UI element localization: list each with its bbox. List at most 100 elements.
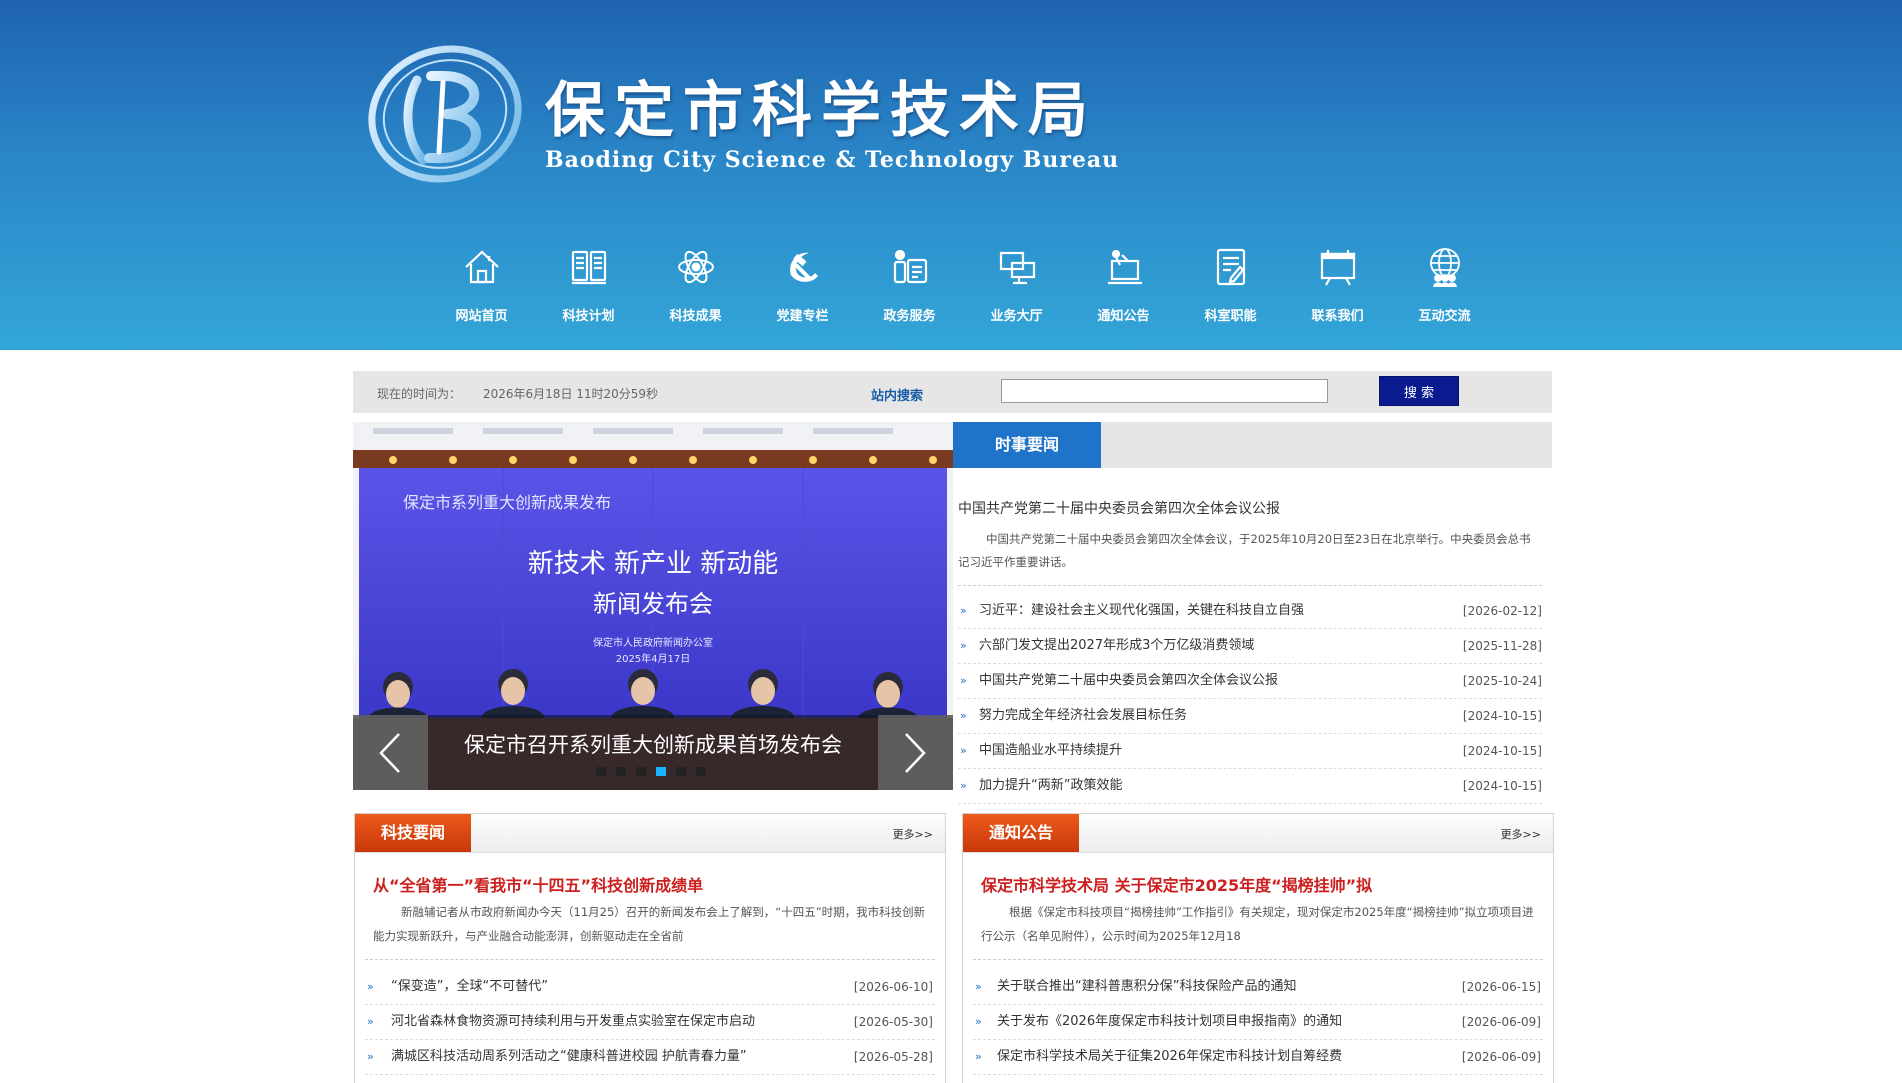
news-list-item[interactable]: » 习近平：建设社会主义现代化强国，关键在科技自立自强 [2026-02-12] (958, 594, 1542, 629)
site-search-label: 站内搜索 (871, 389, 924, 404)
news-list-item[interactable]: » 努力完成全年经济社会发展目标任务 [2024-10-15] (958, 699, 1542, 734)
item-title[interactable]: 满城区科技活动周系列活动之“健康科普进校园 护航青春力量” (391, 1040, 747, 1074)
double-arrow-icon: » (367, 980, 374, 993)
item-title[interactable]: 关于联合推出“建科普惠积分保”科技保险产品的通知 (997, 970, 1296, 1004)
nav-label: 党建专栏 (776, 309, 829, 324)
home-icon (464, 250, 499, 284)
nav-item-home[interactable]: 网站首页 (428, 245, 535, 335)
double-arrow-icon: » (975, 1050, 982, 1063)
nav-item-contact[interactable]: 联系我们 (1284, 245, 1391, 335)
slider-dot[interactable] (596, 767, 606, 776)
panel-headline[interactable]: 从“全省第一”看我市“十四五”科技创新成绩单 (373, 872, 703, 896)
news-headline[interactable]: 中国共产党第二十届中央委员会第四次全体会议公报 (958, 498, 1280, 518)
slide-caption[interactable]: 保定市召开系列重大创新成果首场发布会 (428, 729, 878, 759)
list-item[interactable]: » 河北省森林食物资源可持续利用与开发重点实验室在保定市启动 [2026-05-30… (365, 1005, 935, 1040)
divider (973, 959, 1543, 960)
nav-item-dept-functions[interactable]: 科室职能 (1177, 245, 1284, 335)
banner-title: 保定市系列重大创新成果发布 (403, 493, 611, 512)
search-button[interactable]: 搜 索 (1379, 376, 1459, 406)
list-item[interactable]: » 满城区科技活动周系列活动之“健康科普进校园 护航青春力量” [2026-05-2… (365, 1040, 935, 1075)
nav-label: 通知公告 (1097, 309, 1150, 324)
news-list-item[interactable]: » 六部门发文提出2027年形成3个万亿级消费领域 [2025-11-28] (958, 629, 1542, 664)
news-item-title[interactable]: 六部门发文提出2027年形成3个万亿级消费领域 (979, 629, 1254, 663)
bureau-logo[interactable] (365, 42, 525, 187)
nav-item-science-plan[interactable]: 科技计划 (535, 245, 642, 335)
panel-summary: 新融辅记者从市政府新闻办今天（11月25）召开的新闻发布会上了解到，“十四五”时… (373, 905, 926, 943)
chevron-right-icon (905, 733, 926, 773)
list-item[interactable]: » 保定市科学技术局关于征集2026年保定市科技计划自筹经费 [2026-06-09… (973, 1040, 1543, 1075)
nav-label: 业务大厅 (990, 309, 1043, 324)
globe-people-icon (1429, 248, 1460, 288)
panel-header: 科技要闻 更多>> (355, 814, 945, 853)
news-item-title[interactable]: 中国造船业水平持续提升 (979, 734, 1122, 768)
double-arrow-icon: » (367, 1050, 374, 1063)
double-arrow-icon: » (960, 779, 967, 792)
double-arrow-icon: » (367, 1015, 374, 1028)
more-link[interactable]: 更多>> (893, 826, 933, 842)
nav-item-gov-service[interactable]: 政务服务 (856, 245, 963, 335)
slider-dot[interactable] (696, 767, 706, 776)
panel-headline[interactable]: 保定市科学技术局 关于保定市2025年度“揭榜挂帅”拟 (981, 872, 1372, 896)
news-item-title[interactable]: 习近平：建设社会主义现代化强国，关键在科技自立自强 (979, 594, 1304, 628)
service-icon (893, 249, 927, 284)
news-item-date: [2026-02-12] (1462, 604, 1542, 618)
nav-item-party[interactable]: 党建专栏 (749, 245, 856, 335)
chevron-left-icon (379, 733, 400, 773)
search-bar: 现在的时间为： 2026年6月18日 11时20分59秒 站内搜索 搜 索 (353, 371, 1552, 413)
science-news-panel: 科技要闻 更多>> 从“全省第一”看我市“十四五”科技创新成绩单 新融辅记者从市… (354, 813, 946, 1083)
news-item-date: [2024-10-15] (1462, 709, 1542, 723)
tab-current-news[interactable]: 时事要闻 (953, 422, 1101, 468)
nav-item-interaction[interactable]: 互动交流 (1391, 245, 1498, 335)
tab-science-news[interactable]: 科技要闻 (355, 814, 471, 852)
item-title[interactable]: 保定市科学技术局关于征集2026年保定市科技计划自筹经费 (997, 1040, 1342, 1074)
item-title[interactable]: “保变造”，全球“不可替代” (391, 970, 548, 1004)
nav-label: 互动交流 (1418, 309, 1471, 324)
slider-dots (596, 767, 716, 776)
double-arrow-icon: » (975, 980, 982, 993)
nav-label: 科室职能 (1204, 309, 1257, 324)
news-list-item[interactable]: » 加力提升“两新”政策效能 [2024-10-15] (958, 769, 1542, 804)
nav-label: 政务服务 (883, 309, 936, 324)
notices-panel: 通知公告 更多>> 保定市科学技术局 关于保定市2025年度“揭榜挂帅”拟 根据… (962, 813, 1554, 1083)
site-title: 保定市科学技术局 (545, 76, 1097, 146)
image-slider[interactable]: 保定市系列重大创新成果发布 新技术 新产业 新动能 新闻发布会 保定市人民政府新… (353, 422, 953, 790)
slider-dot[interactable] (676, 767, 686, 776)
panel-list: » 关于联合推出“建科普惠积分保”科技保险产品的通知 [2026-06-15] » 关… (973, 970, 1543, 1075)
list-item[interactable]: » 关于发布《2026年度保定市科技计划项目申报指南》的通知 [2026-06-09… (973, 1005, 1543, 1040)
nav-item-achievements[interactable]: 科技成果 (642, 245, 749, 335)
list-item[interactable]: » “保变造”，全球“不可替代” [2026-06-10] (365, 970, 935, 1005)
banner-org: 保定市人民政府新闻办公室 (593, 636, 713, 649)
atom-icon (677, 250, 714, 284)
news-list-item[interactable]: » 中国共产党第二十届中央委员会第四次全体会议公报 [2025-10-24] (958, 664, 1542, 699)
nav-item-business-hall[interactable]: 业务大厅 (963, 245, 1070, 335)
item-date: [2026-05-30] (853, 1015, 933, 1029)
slider-next-button[interactable] (878, 715, 953, 790)
nav-item-notices[interactable]: 通知公告 (1070, 245, 1177, 335)
news-item-title[interactable]: 中国共产党第二十届中央委员会第四次全体会议公报 (979, 664, 1278, 698)
news-item-title[interactable]: 努力完成全年经济社会发展目标任务 (979, 699, 1187, 733)
hammer-sickle-icon (789, 252, 818, 282)
double-arrow-icon: » (975, 1015, 982, 1028)
monitors-icon (999, 251, 1035, 285)
document-edit-icon (1216, 248, 1245, 286)
news-item-title[interactable]: 加力提升“两新”政策效能 (979, 769, 1122, 803)
item-title[interactable]: 河北省森林食物资源可持续利用与开发重点实验室在保定市启动 (391, 1005, 755, 1039)
item-title[interactable]: 关于发布《2026年度保定市科技计划项目申报指南》的通知 (997, 1005, 1342, 1039)
slider-dot[interactable] (616, 767, 626, 776)
double-arrow-icon: » (960, 709, 967, 722)
list-item[interactable]: » 关于联合推出“建科普惠积分保”科技保险产品的通知 [2026-06-15] (973, 970, 1543, 1005)
tab-notices[interactable]: 通知公告 (963, 814, 1079, 852)
slider-dot[interactable] (656, 767, 666, 776)
more-link[interactable]: 更多>> (1501, 826, 1541, 842)
nav-label: 科技成果 (669, 309, 722, 324)
news-list: » 习近平：建设社会主义现代化强国，关键在科技自立自强 [2026-02-12] »… (958, 594, 1542, 804)
current-time: 2026年6月18日 11时20分59秒 (483, 387, 659, 401)
news-list-item[interactable]: » 中国造船业水平持续提升 [2024-10-15] (958, 734, 1542, 769)
search-input[interactable] (1001, 379, 1328, 403)
news-item-date: [2024-10-15] (1462, 779, 1542, 793)
book-icon (571, 250, 606, 285)
notice-icon (1107, 249, 1142, 285)
slider-dot[interactable] (636, 767, 646, 776)
slider-prev-button[interactable] (353, 715, 428, 790)
double-arrow-icon: » (960, 744, 967, 757)
